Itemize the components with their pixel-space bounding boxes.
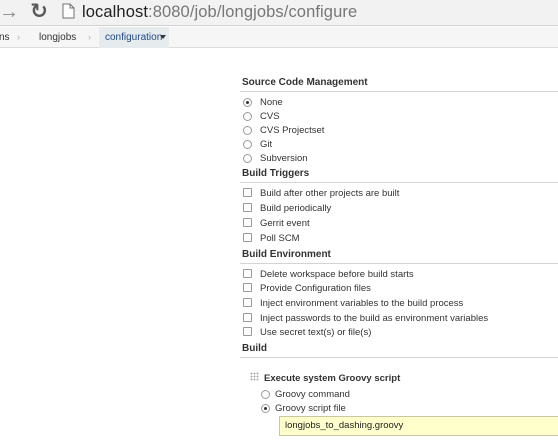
checkbox[interactable] [243, 313, 252, 322]
radio-button[interactable] [261, 390, 270, 399]
section-header-build-triggers: Build Triggers [242, 168, 310, 179]
checkbox[interactable] [243, 283, 252, 292]
radio-button[interactable] [243, 140, 252, 149]
radio-button[interactable] [243, 112, 252, 121]
divider [240, 263, 558, 264]
option-label: Build after other projects are built [260, 188, 400, 199]
option-label: Gerrit event [260, 218, 310, 229]
breadcrumb-item-longjobs[interactable]: longjobs [39, 27, 76, 48]
checkbox[interactable] [243, 269, 252, 278]
radio-button[interactable] [261, 404, 270, 413]
section-header-scm: Source Code Management [242, 77, 368, 88]
groovy-script-file-input[interactable]: longjobs_to_dashing.groovy [279, 416, 558, 436]
divider [240, 357, 558, 358]
option-label: CVS Projectset [260, 125, 325, 136]
option-label: Inject environment variables to the buil… [260, 298, 464, 309]
breadcrumb: ns › longjobs › configuration [0, 27, 558, 48]
page-document-icon [62, 3, 75, 19]
section-header-build-environment: Build Environment [242, 249, 331, 260]
breadcrumb-current-label: configuration [105, 32, 163, 43]
url-path: :8080/job/longjobs/configure [148, 3, 358, 21]
radio-button[interactable] [243, 98, 252, 107]
radio-button[interactable] [243, 154, 252, 163]
browser-toolbar: → ↻ localhost:8080/job/longjobs/configur… [0, 0, 558, 26]
option-label: CVS [260, 111, 280, 122]
divider [240, 182, 558, 183]
forward-arrow-icon[interactable]: → [0, 2, 19, 22]
url-host: localhost [82, 3, 149, 21]
option-label: Poll SCM [260, 233, 300, 244]
drag-handle-icon[interactable] [250, 372, 259, 381]
breadcrumb-item-jobs[interactable]: ns [0, 27, 10, 48]
option-label: Build periodically [260, 203, 332, 214]
checkbox[interactable] [243, 327, 252, 336]
reload-icon[interactable]: ↻ [28, 1, 50, 23]
option-label: Subversion [260, 153, 308, 164]
breadcrumb-item-configuration[interactable]: configuration [99, 27, 169, 48]
divider [240, 91, 558, 92]
caret-down-icon[interactable] [160, 35, 166, 39]
checkbox[interactable] [243, 233, 252, 242]
address-bar-url[interactable]: localhost:8080/job/longjobs/configure [82, 1, 357, 23]
checkbox[interactable] [243, 188, 252, 197]
checkbox[interactable] [243, 298, 252, 307]
option-label: Groovy script file [275, 403, 346, 414]
option-label: Inject passwords to the build as environ… [260, 313, 489, 324]
option-label: Delete workspace before build starts [260, 269, 414, 280]
checkbox[interactable] [243, 203, 252, 212]
build-step-title: Execute system Groovy script [264, 373, 401, 384]
option-label: Provide Configuration files [260, 283, 371, 294]
radio-button[interactable] [243, 126, 252, 135]
option-label: Git [260, 139, 273, 150]
option-label: Use secret text(s) or file(s) [260, 327, 372, 338]
checkbox[interactable] [243, 218, 252, 227]
option-label: Groovy command [275, 389, 350, 400]
section-header-build: Build [242, 343, 267, 354]
breadcrumb-separator: › [88, 32, 91, 42]
option-label: None [260, 97, 283, 108]
breadcrumb-separator: › [17, 32, 20, 42]
